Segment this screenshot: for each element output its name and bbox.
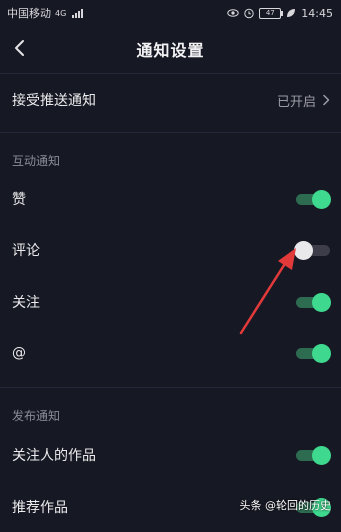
carrier-label: 中国移动 bbox=[7, 7, 51, 20]
publish-section-title: 发布通知 bbox=[12, 409, 61, 423]
header: 通知设置 bbox=[0, 26, 341, 72]
watermark: 头条 @轮回的历史 bbox=[240, 497, 332, 513]
push-status-text: 已开启 bbox=[276, 94, 316, 110]
like-row: 赞 bbox=[0, 174, 341, 224]
follow-toggle[interactable] bbox=[296, 293, 331, 312]
like-label: 赞 bbox=[12, 192, 26, 208]
status-right: 47 14:45 bbox=[227, 7, 333, 20]
follow-label: 关注 bbox=[12, 295, 40, 311]
alarm-icon bbox=[244, 8, 254, 19]
watermark-text: 头条 @轮回的历史 bbox=[239, 499, 332, 512]
mention-row: @ bbox=[0, 328, 341, 378]
network-type: 4G bbox=[55, 8, 67, 18]
followed-works-label: 关注人的作品 bbox=[12, 448, 96, 464]
header-divider bbox=[0, 73, 341, 74]
mention-toggle[interactable] bbox=[296, 344, 331, 363]
follow-row: 关注 bbox=[0, 277, 341, 327]
battery-level: 47 bbox=[265, 8, 275, 17]
status-time: 14:45 bbox=[301, 6, 333, 20]
page-title: 通知设置 bbox=[136, 41, 205, 60]
mention-label: @ bbox=[12, 345, 26, 361]
signal-icon bbox=[72, 8, 84, 18]
status-left: 中国移动 4G bbox=[7, 5, 84, 21]
comment-label: 评论 bbox=[12, 243, 40, 259]
leaf-icon bbox=[287, 9, 296, 17]
eye-icon bbox=[227, 9, 239, 17]
back-chevron-icon bbox=[15, 40, 24, 56]
push-notification-row[interactable]: 接受推送通知 已开启 bbox=[0, 75, 341, 125]
section-divider bbox=[0, 387, 341, 388]
like-toggle[interactable] bbox=[296, 190, 331, 209]
recommended-works-label: 推荐作品 bbox=[12, 500, 68, 516]
followed-works-row: 关注人的作品 bbox=[0, 430, 341, 480]
back-button[interactable] bbox=[6, 34, 34, 62]
comment-row: 评论 bbox=[0, 225, 341, 275]
push-notification-status: 已开启 bbox=[277, 91, 330, 110]
comment-toggle[interactable] bbox=[294, 241, 330, 260]
status-bar: 中国移动 4G 47 14:45 bbox=[0, 0, 341, 26]
chevron-right-icon bbox=[323, 94, 330, 106]
interaction-section-title: 互动通知 bbox=[12, 154, 61, 168]
followed-works-toggle[interactable] bbox=[296, 446, 331, 465]
battery-icon: 47 bbox=[259, 7, 284, 19]
section-divider bbox=[0, 132, 341, 133]
push-notification-label: 接受推送通知 bbox=[12, 93, 96, 109]
